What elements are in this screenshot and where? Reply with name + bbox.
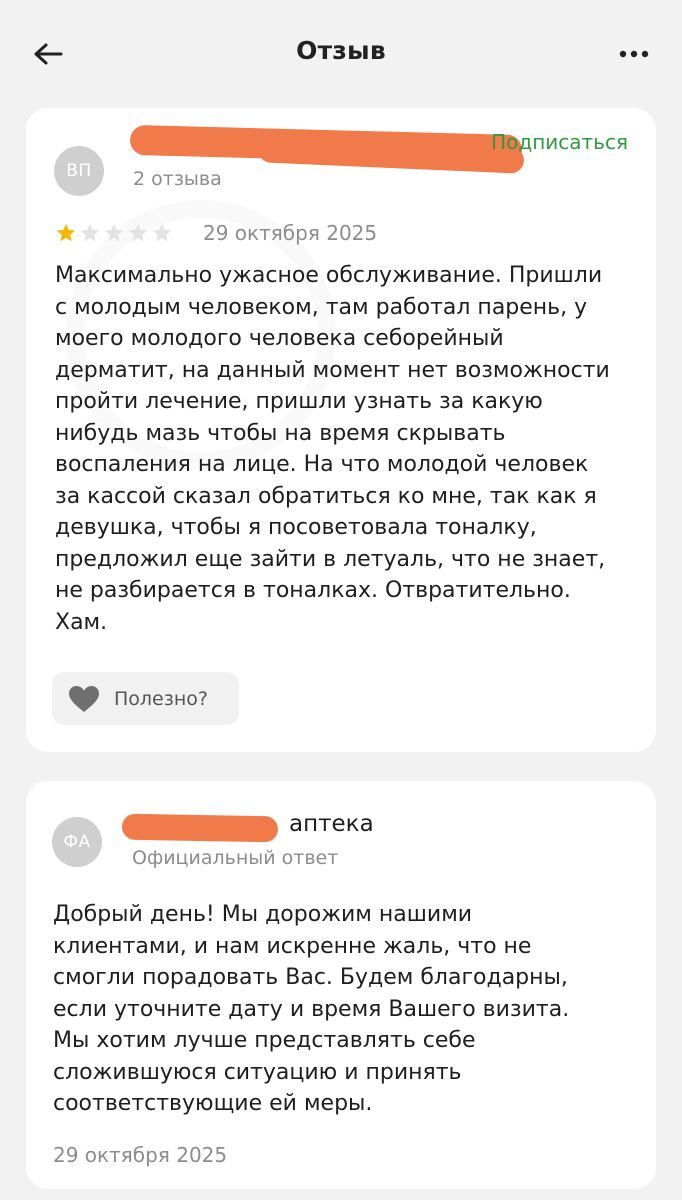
top-bar: Отзыв: [0, 0, 682, 104]
official-reply-label: Официальный ответ: [132, 847, 339, 869]
review-text: Максимально ужасное обслуживание. Пришли…: [55, 263, 610, 635]
page-title: Отзыв: [296, 36, 386, 65]
star-filled-icon: [56, 223, 76, 242]
redacted-organization-name: [121, 813, 279, 843]
more-button[interactable]: [616, 38, 652, 70]
star-empty-icon: [104, 223, 124, 242]
review-card: ВП Подписаться 2 отзыва 29 октября 2025 …: [26, 108, 656, 752]
review-date: 29 октября 2025: [203, 221, 378, 245]
reply-date: 29 октября 2025: [53, 1143, 228, 1167]
organization-name: аптека: [289, 811, 374, 837]
review-page: Отзыв ВП Подписаться 2 отзыва 29 октября…: [0, 0, 682, 1200]
star-empty-icon: [80, 223, 100, 242]
official-reply-card: ФА аптека Официальный ответ Добрый день!…: [26, 781, 656, 1189]
heart-icon: [69, 685, 99, 712]
helpful-button[interactable]: Полезно?: [52, 672, 239, 725]
rating: 29 октября 2025: [55, 221, 377, 245]
subscribe-button[interactable]: Подписаться: [491, 130, 628, 154]
star-empty-icon: [152, 223, 172, 242]
reply-text: Добрый день! Мы дорожим нашими клиентами…: [53, 902, 570, 1116]
reviewer-avatar[interactable]: ВП: [54, 146, 104, 196]
helpful-label: Полезно?: [114, 687, 208, 710]
organization-avatar[interactable]: ФА: [52, 817, 102, 867]
more-dots-icon: [619, 50, 649, 58]
star-empty-icon: [128, 223, 148, 242]
reviews-count: 2 отзыва: [133, 168, 222, 190]
